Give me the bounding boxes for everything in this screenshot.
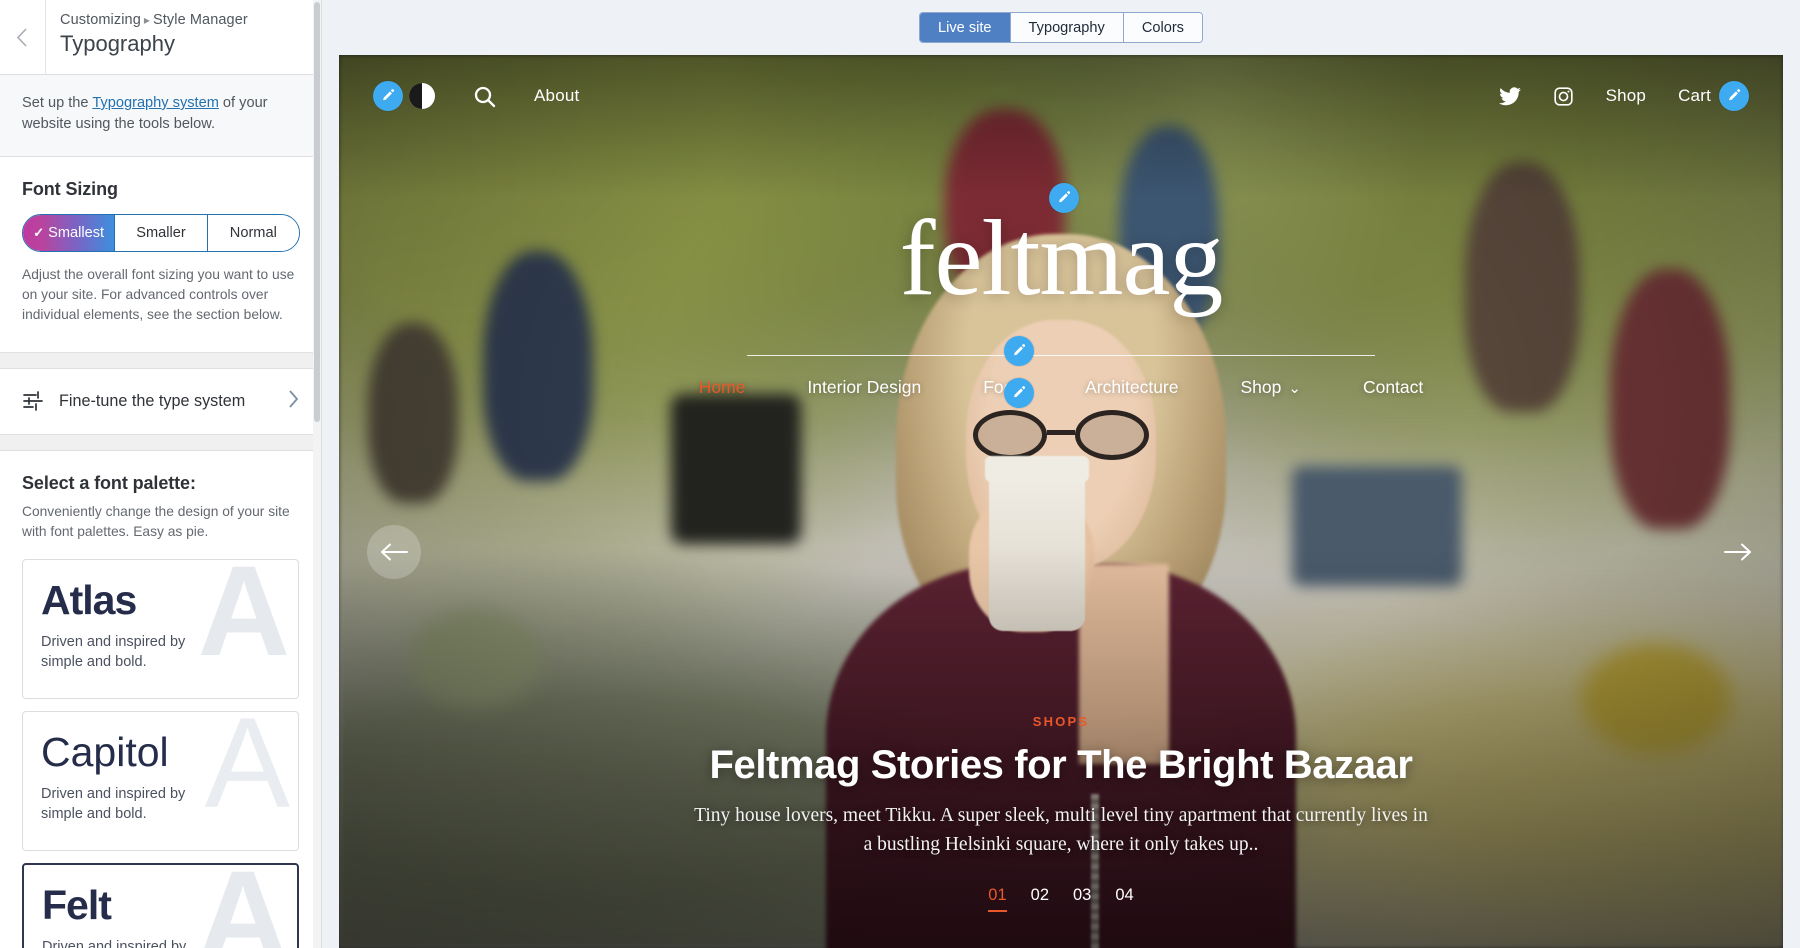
font-size-option-normal[interactable]: Normal bbox=[207, 214, 299, 251]
font-palette-heading: Select a font palette: bbox=[22, 472, 196, 493]
panel-divider-2 bbox=[0, 434, 321, 451]
palette-name-atlas: Atlas bbox=[41, 576, 137, 623]
hero-pager-item-04[interactable]: 04 bbox=[1115, 886, 1133, 912]
hero-slide-pager: 01 02 03 04 bbox=[339, 886, 1783, 912]
breadcrumb-separator: ▸ bbox=[143, 13, 151, 27]
site-nav-item-shop-label: Shop bbox=[1240, 377, 1282, 397]
palette-desc-atlas: Driven and inspired by simple and bold. bbox=[41, 633, 186, 671]
font-size-option-smaller[interactable]: Smaller bbox=[115, 214, 208, 251]
tab-colors-label: Colors bbox=[1141, 19, 1184, 36]
site-topbar: About Shop Cart bbox=[339, 75, 1783, 117]
font-palette-panel: Select a font palette: Conveniently chan… bbox=[0, 450, 321, 948]
site-nav-about[interactable]: About bbox=[534, 86, 579, 106]
intro-text-before: Set up the bbox=[22, 95, 93, 111]
hero-content: SHOPS Feltmag Stories for The Bright Baz… bbox=[339, 714, 1783, 912]
font-palette-card-felt[interactable]: A Felt Driven and inspired by simple and… bbox=[22, 862, 299, 948]
live-site-content: About Shop Cart feltmag Home Interior De… bbox=[339, 55, 1783, 948]
site-brand-logo[interactable]: feltmag bbox=[900, 205, 1224, 313]
hero-pager-item-02[interactable]: 02 bbox=[1031, 886, 1049, 912]
chevron-right-icon bbox=[287, 389, 299, 414]
hero-pager-item-01[interactable]: 01 bbox=[988, 886, 1007, 912]
hero-description: Tiny house lovers, meet Tikku. A super s… bbox=[694, 805, 1428, 856]
breadcrumb-current: Style Manager bbox=[153, 12, 248, 28]
site-nav-item-shop[interactable]: Shop ⌄ bbox=[1210, 377, 1332, 398]
site-nav-item-interior-design[interactable]: Interior Design bbox=[776, 377, 952, 398]
breadcrumb-parent: Customizing bbox=[60, 12, 141, 28]
sliders-icon bbox=[22, 390, 44, 412]
site-topbar-right: Shop Cart bbox=[1498, 81, 1749, 111]
breadcrumb: Customizing ▸ Style Manager bbox=[60, 12, 248, 28]
palette-desc-felt: Driven and inspired by simple and bold. bbox=[42, 938, 187, 948]
sidebar-scrollbar[interactable] bbox=[313, 0, 321, 948]
palette-name-felt: Felt bbox=[42, 881, 112, 928]
site-nav-item-contact-label: Contact bbox=[1362, 377, 1424, 397]
palette-name-capitol: Capitol bbox=[41, 728, 169, 775]
hero-category-label[interactable]: SHOPS bbox=[339, 714, 1783, 729]
edit-pencil-icon[interactable] bbox=[1004, 378, 1034, 408]
font-sizing-note: Adjust the overall font sizing you want … bbox=[22, 266, 295, 323]
site-nav-item-home-label: Home bbox=[698, 377, 746, 397]
tab-live-site-label: Live site bbox=[938, 19, 992, 36]
customizer-app: Customizing ▸ Style Manager Typography Set… bbox=[0, 0, 1800, 948]
tab-typography[interactable]: Typography bbox=[1010, 13, 1124, 42]
fine-tune-type-system-row[interactable]: Fine-tune the type system bbox=[0, 368, 321, 435]
font-sizing-heading: Font Sizing bbox=[22, 178, 118, 199]
site-nav-item-architecture-label: Architecture bbox=[1085, 377, 1179, 397]
fine-tune-label: Fine-tune the type system bbox=[59, 391, 246, 410]
site-brand-wrap: feltmag bbox=[339, 183, 1783, 313]
slider-next-button[interactable] bbox=[1711, 525, 1765, 579]
site-nav-item-interior-design-label: Interior Design bbox=[807, 377, 922, 397]
site-topbar-left: About bbox=[373, 81, 579, 111]
edit-pencil-icon[interactable] bbox=[1048, 183, 1079, 213]
palette-desc-capitol: Driven and inspired by simple and bold. bbox=[41, 785, 186, 823]
sidebar-header-text: Customizing ▸ Style Manager Typography bbox=[46, 0, 248, 57]
sidebar-intro: Set up the Typography system of your web… bbox=[0, 75, 321, 157]
preview-tab-group: Live site Typography Colors bbox=[919, 12, 1203, 43]
page-title: Typography bbox=[60, 31, 175, 56]
site-main-nav: Home Interior Design Food Architecture S… bbox=[339, 336, 1783, 408]
slider-prev-button[interactable] bbox=[367, 525, 421, 579]
site-nav-shop[interactable]: Shop bbox=[1606, 86, 1647, 106]
font-size-option-smallest[interactable]: ✓ Smallest bbox=[23, 214, 116, 251]
tab-typography-label: Typography bbox=[1028, 19, 1105, 36]
edit-pencil-icon[interactable] bbox=[373, 81, 403, 111]
preview-pane: Live site Typography Colors About Shop C… bbox=[322, 0, 1800, 948]
edit-pencil-icon[interactable] bbox=[1004, 336, 1034, 366]
font-palette-note: Conveniently change the design of your s… bbox=[22, 503, 290, 540]
hero-pager-item-03[interactable]: 03 bbox=[1073, 886, 1091, 912]
instagram-icon[interactable] bbox=[1553, 86, 1574, 107]
tab-colors[interactable]: Colors bbox=[1123, 13, 1202, 42]
site-nav-item-home[interactable]: Home bbox=[668, 377, 777, 398]
tab-live-site[interactable]: Live site bbox=[920, 13, 1011, 42]
sidebar-header: Customizing ▸ Style Manager Typography bbox=[0, 0, 321, 75]
font-sizing-panel: Font Sizing ✓ Smallest Smaller Normal Ad… bbox=[0, 156, 321, 353]
font-palette-card-atlas[interactable]: A Atlas Driven and inspired by simple an… bbox=[22, 558, 299, 699]
panel-divider bbox=[0, 352, 321, 369]
edit-pencil-icon[interactable] bbox=[1719, 81, 1749, 111]
arrow-left-icon bbox=[381, 543, 408, 561]
customizer-sidebar: Customizing ▸ Style Manager Typography Set… bbox=[0, 0, 322, 948]
chevron-left-icon bbox=[16, 28, 27, 47]
site-nav-cart[interactable]: Cart bbox=[1678, 86, 1711, 106]
sidebar-scrollbar-thumb[interactable] bbox=[314, 2, 320, 422]
twitter-icon[interactable] bbox=[1498, 86, 1521, 106]
chevron-down-icon: ⌄ bbox=[1288, 379, 1301, 397]
search-icon[interactable] bbox=[473, 85, 496, 108]
font-size-option-normal-label: Normal bbox=[229, 224, 277, 241]
arrow-right-icon bbox=[1724, 543, 1751, 561]
site-nav-item-contact[interactable]: Contact bbox=[1332, 377, 1454, 398]
preview-tabbar: Live site Typography Colors bbox=[322, 0, 1800, 55]
hero-title[interactable]: Feltmag Stories for The Bright Bazaar bbox=[339, 743, 1783, 788]
font-size-option-smallest-label: Smallest bbox=[48, 224, 105, 241]
site-nav-item-architecture[interactable]: Architecture bbox=[1054, 377, 1209, 398]
check-icon: ✓ bbox=[33, 224, 45, 240]
contrast-icon[interactable] bbox=[409, 83, 435, 109]
font-sizing-segmented-control: ✓ Smallest Smaller Normal bbox=[22, 213, 300, 252]
font-palette-card-capitol[interactable]: A Capitol Driven and inspired by simple … bbox=[22, 710, 299, 851]
site-preview-frame: About Shop Cart feltmag Home Interior De… bbox=[339, 55, 1783, 948]
back-button[interactable] bbox=[0, 0, 46, 75]
typography-system-link[interactable]: Typography system bbox=[92, 95, 219, 111]
nav-divider-rule bbox=[747, 355, 1375, 356]
font-size-option-smaller-label: Smaller bbox=[136, 224, 186, 241]
